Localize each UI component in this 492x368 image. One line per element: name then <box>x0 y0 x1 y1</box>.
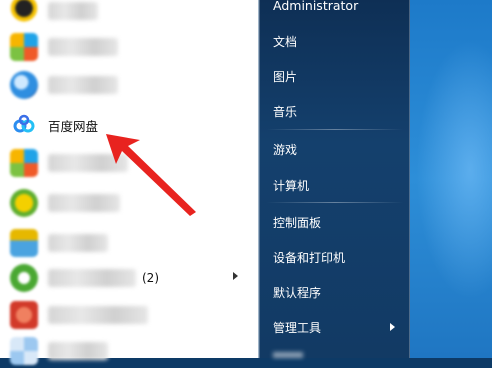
menu-item-games[interactable]: 游戏 <box>273 141 297 158</box>
program-item[interactable] <box>10 146 246 180</box>
program-label <box>48 342 108 360</box>
menu-item-default-programs[interactable]: 默认程序 <box>273 284 321 301</box>
colorful-tiles-app-icon <box>10 149 38 177</box>
program-item[interactable] <box>10 68 246 102</box>
submenu-arrow-icon <box>233 272 238 280</box>
program-label <box>48 306 148 324</box>
menu-divider <box>267 202 403 203</box>
program-label <box>48 154 128 172</box>
program-item[interactable] <box>10 30 246 64</box>
program-item-with-submenu[interactable]: (2) <box>10 261 246 295</box>
red-app-icon <box>10 301 38 329</box>
program-label <box>48 76 118 94</box>
desktop-background <box>410 0 492 358</box>
menu-item-computer[interactable]: 计算机 <box>273 177 309 194</box>
penguin-app-icon <box>10 0 38 25</box>
folder-app-icon <box>10 229 38 257</box>
submenu-arrow-icon <box>390 323 395 331</box>
user-name-link[interactable]: Administrator <box>273 0 358 13</box>
colorful-tiles-app-icon <box>10 33 38 61</box>
program-item[interactable] <box>10 0 246 28</box>
program-list-panel: 百度网盘 (2) <box>0 0 259 365</box>
program-label <box>48 269 136 287</box>
program-label <box>48 38 118 56</box>
start-menu-right-panel: Administrator 文档 图片 音乐 游戏 计算机 控制面板 设备和打印… <box>259 0 410 358</box>
program-item[interactable] <box>10 186 246 220</box>
next-menu-item-partial <box>273 352 303 358</box>
menu-item-admin-tools[interactable]: 管理工具 <box>273 319 321 336</box>
light-tiles-app-icon <box>10 337 38 365</box>
program-label <box>48 2 98 20</box>
program-label: 百度网盘 <box>48 118 99 134</box>
menu-item-control-panel[interactable]: 控制面板 <box>273 214 321 231</box>
program-item[interactable] <box>10 334 246 368</box>
program-label <box>48 194 120 212</box>
blue-circle-app-icon <box>10 71 38 99</box>
menu-divider <box>267 129 403 130</box>
menu-item-documents[interactable]: 文档 <box>273 33 297 50</box>
menu-item-music[interactable]: 音乐 <box>273 103 297 120</box>
green-app-icon <box>10 264 38 292</box>
program-item[interactable] <box>10 226 246 260</box>
program-label <box>48 234 108 252</box>
program-count: (2) <box>142 271 159 285</box>
desktop-glow <box>416 40 492 300</box>
menu-item-devices-printers[interactable]: 设备和打印机 <box>273 249 345 266</box>
menu-item-pictures[interactable]: 图片 <box>273 68 297 85</box>
yellow-green-app-icon <box>10 189 38 217</box>
program-item-baidu-netdisk[interactable]: 百度网盘 <box>10 108 246 142</box>
baidu-netdisk-icon <box>13 114 35 133</box>
program-item[interactable] <box>10 298 246 332</box>
